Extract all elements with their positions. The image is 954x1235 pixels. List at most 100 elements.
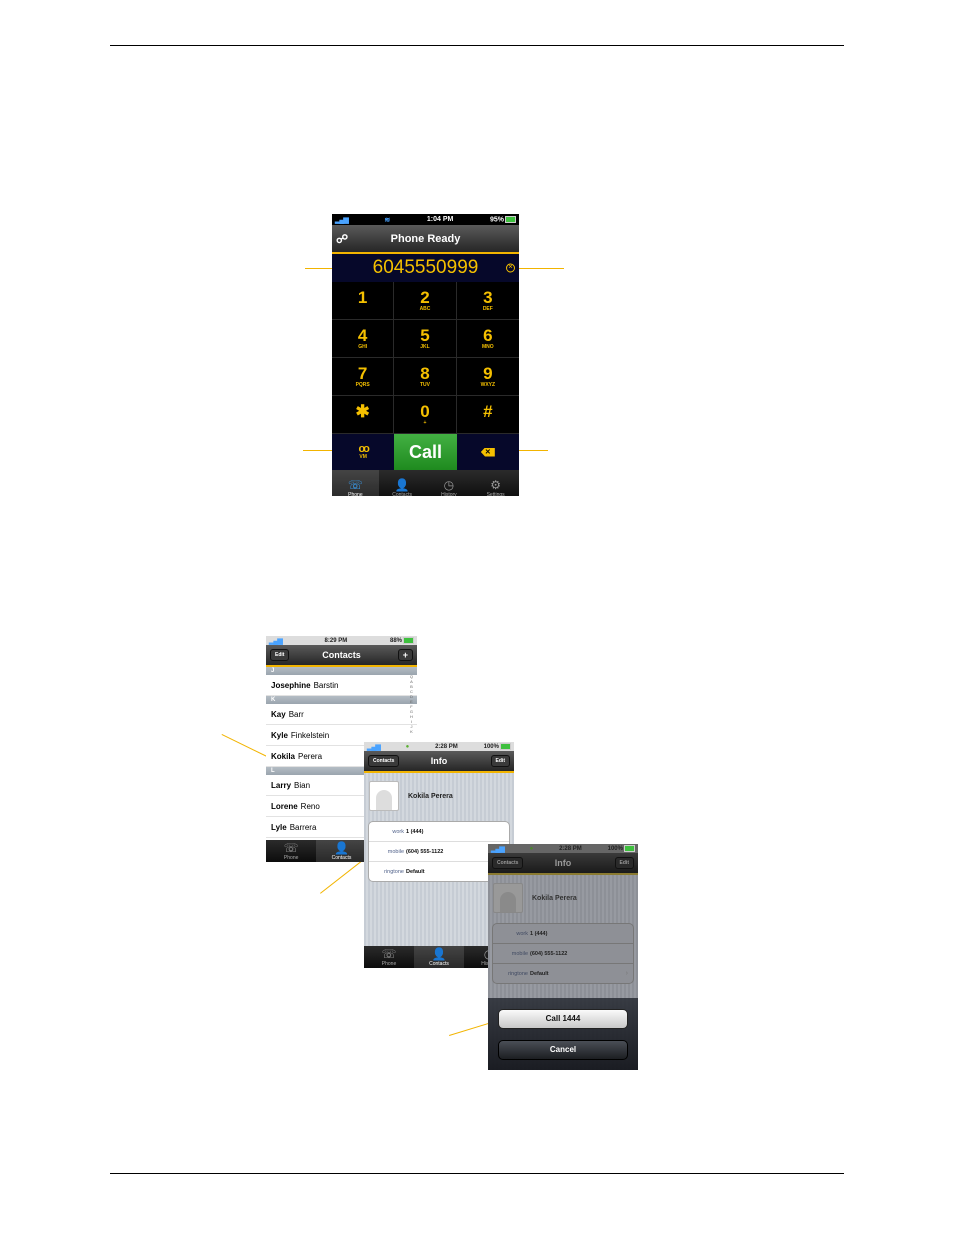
keypad-key[interactable]: 8 TUV xyxy=(394,358,457,396)
contact-first-name: Kay xyxy=(271,709,286,719)
apple-icon: ● xyxy=(405,743,410,750)
key-letters: JKL xyxy=(420,343,430,350)
apple-icon: ● xyxy=(529,845,534,852)
status-bar: ▂▄▆ ● 2:28 PM 100% xyxy=(488,844,638,853)
keypad-key[interactable]: 9 WXYZ xyxy=(456,358,519,396)
status-bar: ▂▄▆ ≋ 1:04 PM 95% xyxy=(332,214,519,225)
nav-bar: Contacts Info Edit xyxy=(364,751,514,773)
status-time: 2:28 PM xyxy=(559,845,582,852)
contact-row[interactable]: Kay Barr xyxy=(266,704,417,725)
keypad-key[interactable]: 0 + xyxy=(394,396,457,434)
signal-icon: ▂▄▆ xyxy=(367,743,381,751)
field-row[interactable]: ringtone Default › xyxy=(493,964,633,983)
battery-icon xyxy=(504,215,516,223)
battery-icon xyxy=(623,844,635,852)
tab-history[interactable]: ◷History xyxy=(426,470,473,496)
field-value: 1 (444) xyxy=(406,828,424,835)
person-silhouette-icon xyxy=(500,892,516,912)
cancel-button[interactable]: Cancel xyxy=(498,1039,628,1060)
key-digit: 5 xyxy=(420,325,430,345)
contact-first-name: Kyle xyxy=(271,730,288,740)
field-value: Default xyxy=(530,970,549,977)
dialer-screen: ▂▄▆ ≋ 1:04 PM 95% ☍ Phone Ready 60455509… xyxy=(332,214,519,496)
number-display: 6045550999 ✕ xyxy=(332,254,519,282)
tab-label: History xyxy=(441,492,457,496)
tab-settings[interactable]: ⚙ Settings xyxy=(472,470,519,496)
contact-row[interactable]: Josephine Barstin xyxy=(266,675,417,696)
tab-contacts[interactable]: 👤 Contacts xyxy=(379,470,426,496)
gear-icon: ⚙ xyxy=(490,478,501,492)
backspace-button[interactable]: ✕ xyxy=(456,434,519,470)
call-number-button[interactable]: Call 1444 xyxy=(498,1008,628,1029)
add-contact-button[interactable]: + xyxy=(397,649,413,661)
tab-contacts[interactable]: 👤 Contacts xyxy=(316,840,367,862)
edit-button[interactable]: Edit xyxy=(490,755,510,767)
keypad-key[interactable]: 2 ABC xyxy=(394,282,457,320)
key-letters: GHI xyxy=(358,343,368,350)
keypad-key[interactable]: # xyxy=(456,396,519,434)
battery-icon xyxy=(499,742,511,750)
contact-last-name: Reno xyxy=(300,801,320,811)
index-letter[interactable]: K xyxy=(410,729,413,734)
keypad-key[interactable]: 7 PQRS xyxy=(332,358,395,396)
section-header: K xyxy=(266,696,417,704)
contact-last-name: Perera xyxy=(298,751,323,761)
keypad-key[interactable]: 5 JKL xyxy=(394,320,457,358)
key-digit: 2 xyxy=(420,287,430,307)
battery-indicator: 100% xyxy=(484,742,511,750)
nav-bar: Edit Contacts + xyxy=(266,645,417,667)
key-letters: ABC xyxy=(419,305,431,312)
keypad-key[interactable]: 6 MNO xyxy=(456,320,519,358)
contact-name: Kokila Perera xyxy=(532,894,577,902)
key-digit: 3 xyxy=(483,287,493,307)
voicemail-button[interactable]: oo VM xyxy=(332,434,395,470)
users-icon[interactable]: ☍ xyxy=(336,232,348,246)
phone-icon: ☏ xyxy=(283,841,299,855)
tab-phone[interactable]: ☏ Phone xyxy=(266,840,316,862)
key-digit: 0 xyxy=(420,401,430,421)
keypad: 1 2 ABC 3 DEF 4 GHI 5 JKL 6 MNO 7 PQRS 8 TUV 9 WXYZ ✱ 0 + # xyxy=(332,282,519,434)
field-value: (604) 555-1122 xyxy=(530,950,568,957)
keypad-key[interactable]: ✱ xyxy=(332,396,395,434)
clock-icon: ◷ xyxy=(443,478,455,492)
contact-last-name: Barrera xyxy=(289,822,317,832)
field-row[interactable]: work 1 (444) xyxy=(493,924,633,944)
key-letters: DEF xyxy=(482,305,493,312)
key-digit: 9 xyxy=(483,363,493,383)
edit-button[interactable]: Edit xyxy=(614,857,634,869)
backspace-icon: ✕ xyxy=(480,447,495,457)
key-digit: # xyxy=(483,401,493,421)
keypad-key[interactable]: 1 xyxy=(332,282,395,320)
clear-number-icon[interactable]: ✕ xyxy=(506,263,515,273)
signal-icon: ▂▄▆ xyxy=(491,845,505,853)
contact-last-name: Barr xyxy=(288,709,304,719)
keypad-key[interactable]: 4 GHI xyxy=(332,320,395,358)
field-label: ringtone xyxy=(508,970,528,977)
battery-indicator: 100% xyxy=(608,844,635,852)
person-icon: 👤 xyxy=(334,841,349,855)
battery-indicator: 95% xyxy=(490,215,516,223)
contact-last-name: Finkelstein xyxy=(290,730,330,740)
tab-bar: ☏ Phone 👤 Contacts ◷ History ⚙ Settings xyxy=(332,470,519,496)
field-row[interactable]: work 1 (444) xyxy=(369,822,509,842)
keypad-key[interactable]: 3 DEF xyxy=(456,282,519,320)
contact-fields: work 1 (444) mobile (604) 555-1122 ringtone D… xyxy=(492,923,634,984)
field-row[interactable]: mobile (604) 555-1122 xyxy=(493,944,633,964)
person-silhouette-icon xyxy=(376,790,392,810)
tab-contacts[interactable]: 👤 Contacts xyxy=(414,946,464,968)
page-title: Info xyxy=(430,756,448,766)
tab-phone[interactable]: ☏ Phone xyxy=(332,470,379,496)
field-label: ringtone xyxy=(384,868,404,875)
contact-first-name: Larry xyxy=(271,780,292,790)
section-header: J xyxy=(266,667,417,675)
tab-phone[interactable]: ☏ Phone xyxy=(364,946,414,968)
edit-button[interactable]: Edit xyxy=(270,649,290,661)
back-contacts-button[interactable]: Contacts xyxy=(368,755,400,767)
page-title: Phone Ready xyxy=(390,232,461,245)
call-button[interactable]: Call xyxy=(394,434,457,470)
dialed-number: 6045550999 xyxy=(372,257,479,278)
key-digit: 7 xyxy=(357,363,368,383)
contact-last-name: Barstin xyxy=(313,680,339,690)
back-contacts-button[interactable]: Contacts xyxy=(492,857,524,869)
alphabet-index[interactable]: QABCDEFGHIJK xyxy=(410,674,413,734)
